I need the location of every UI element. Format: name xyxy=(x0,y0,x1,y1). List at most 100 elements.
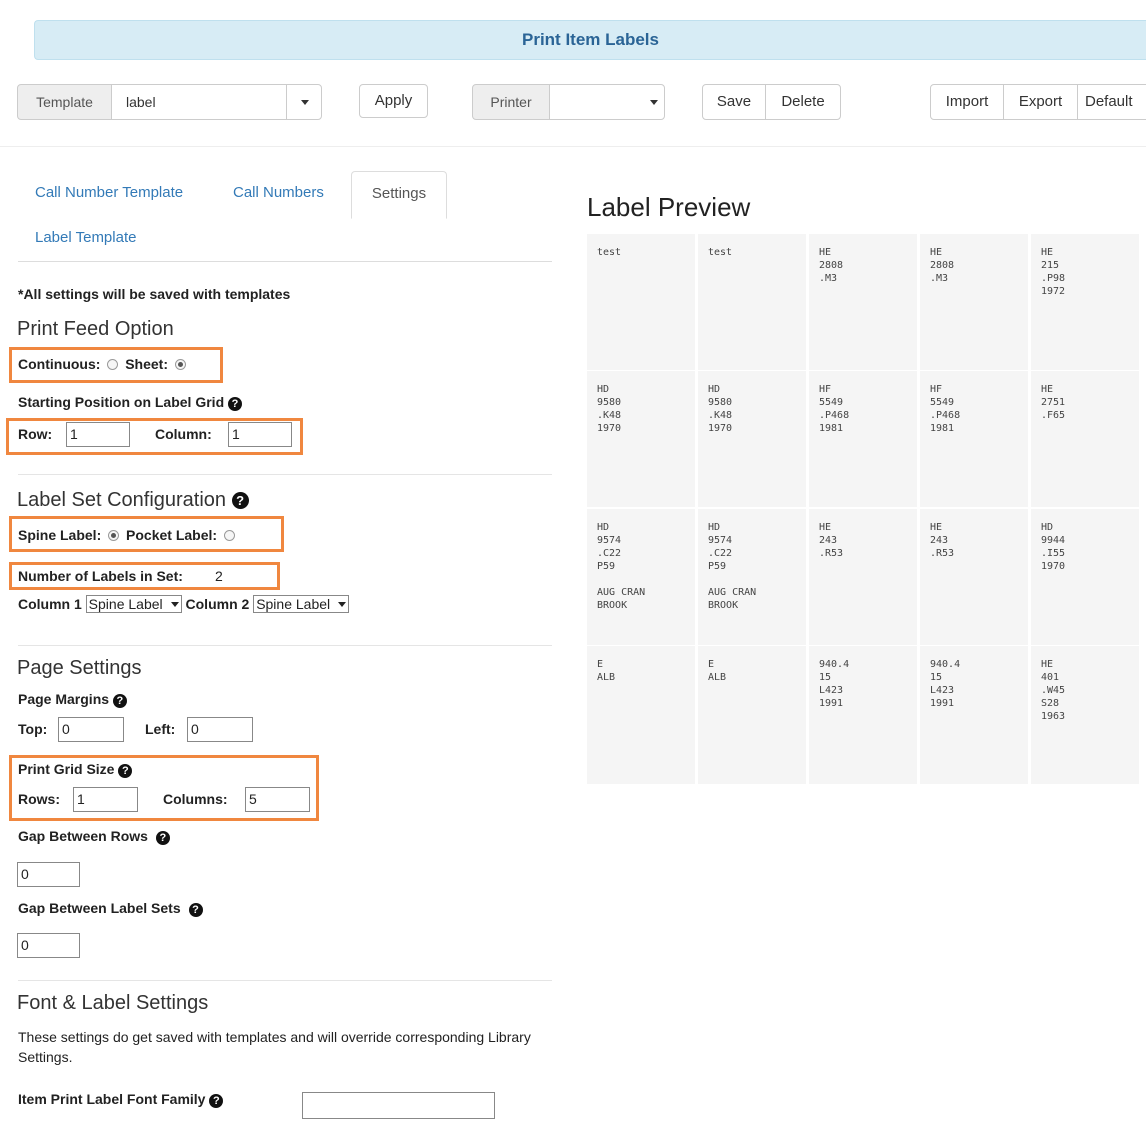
gap-rows-input[interactable]: 0 xyxy=(17,862,80,887)
page-margins-label: Page Margins xyxy=(18,691,110,707)
label-preview-cell: HE 2808 .M3 xyxy=(920,234,1028,370)
label-preview-cell: HF 5549 .P468 1981 xyxy=(809,371,917,507)
section-divider xyxy=(18,645,552,646)
help-icon[interactable]: ? xyxy=(118,764,133,778)
gap-sets-label: Gap Between Label Sets xyxy=(18,900,181,916)
font-family-heading: Item Print Label Font Family ? xyxy=(18,1091,224,1108)
toolbar-divider xyxy=(0,146,1146,147)
row-label: Row: xyxy=(18,426,53,442)
template-dropdown-button[interactable] xyxy=(286,84,322,120)
column-config-row: Column 1 Spine Label Column 2 Spine Labe… xyxy=(18,595,350,613)
starting-position-label: Starting Position on Label Grid xyxy=(18,394,225,410)
help-icon[interactable]: ? xyxy=(188,903,203,917)
column2-label: Column 2 xyxy=(185,596,250,612)
pocket-label-label: Pocket Label: xyxy=(126,527,218,543)
chevron-down-icon xyxy=(301,100,309,105)
sheet-radio[interactable] xyxy=(174,359,186,370)
top-margin-input[interactable]: 0 xyxy=(58,717,124,742)
grid-rows-input[interactable]: 1 xyxy=(73,787,138,812)
label-preview-cell: HD 9574 .C22 P59 AUG CRAN BROOK xyxy=(587,509,695,645)
help-icon[interactable]: ? xyxy=(112,694,127,708)
settings-note: *All settings will be saved with templat… xyxy=(18,286,291,302)
sheet-label: Sheet: xyxy=(125,356,168,372)
help-icon[interactable]: ? xyxy=(209,1094,224,1108)
chevron-down-icon xyxy=(170,602,179,607)
tabs-underline xyxy=(18,261,552,262)
import-button[interactable]: Import xyxy=(930,84,1004,120)
row-input[interactable]: 1 xyxy=(66,422,130,447)
help-icon[interactable]: ? xyxy=(231,492,249,509)
label-preview-cell: HE 401 .W45 S28 1963 xyxy=(1031,646,1139,784)
delete-button[interactable]: Delete xyxy=(765,84,841,120)
column1-label: Column 1 xyxy=(18,596,82,612)
printer-select[interactable] xyxy=(549,84,665,120)
print-grid-heading: Print Grid Size ? xyxy=(18,761,133,778)
page-title-bar: Print Item Labels xyxy=(34,20,1146,60)
font-family-label: Item Print Label Font Family xyxy=(18,1091,206,1107)
pocket-label-radio[interactable] xyxy=(223,530,235,541)
label-preview-cell: HD 9944 .I55 1970 xyxy=(1031,509,1139,645)
page-margins-heading: Page Margins ? xyxy=(18,691,127,708)
gap-rows-heading: Gap Between Rows ? xyxy=(18,828,170,845)
export-button[interactable]: Export xyxy=(1003,84,1078,120)
print-grid-label: Print Grid Size xyxy=(18,761,115,777)
label-preview-cell: HE 243 .R53 xyxy=(920,509,1028,645)
label-preview-cell: E ALB xyxy=(587,646,695,784)
tab-label-template[interactable]: Label Template xyxy=(35,229,136,246)
column2-select-value: Spine Label xyxy=(256,596,331,612)
print-feed-options: Continuous: Sheet: xyxy=(18,356,189,372)
column-label: Column: xyxy=(155,426,212,442)
label-preview-title: Label Preview xyxy=(587,192,751,222)
continuous-label: Continuous: xyxy=(18,356,101,372)
top-label: Top: xyxy=(18,721,48,737)
font-settings-note: These settings do get saved with templat… xyxy=(18,1029,531,1065)
tab-call-number-template[interactable]: Call Number Template xyxy=(35,184,183,201)
column-input[interactable]: 1 xyxy=(228,422,292,447)
label-preview-cell: 940.4 15 L423 1991 xyxy=(920,646,1028,784)
label-preview-cell: HE 2808 .M3 xyxy=(809,234,917,370)
left-margin-input[interactable]: 0 xyxy=(187,717,253,742)
template-select[interactable]: label xyxy=(111,84,287,120)
template-select-value: label xyxy=(126,94,156,110)
column1-select-value: Spine Label xyxy=(88,596,163,612)
column1-select[interactable]: Spine Label xyxy=(85,595,182,613)
label-preview-cell: HE 243 .R53 xyxy=(809,509,917,645)
label-set-heading: Label Set Configuration ? xyxy=(17,489,249,512)
section-divider xyxy=(18,980,552,981)
spine-label-radio[interactable] xyxy=(108,530,120,541)
chevron-down-icon xyxy=(338,602,347,607)
default-button[interactable]: Default xyxy=(1077,84,1146,120)
label-preview-cell: HD 9580 .K48 1970 xyxy=(587,371,695,507)
section-divider xyxy=(18,474,552,475)
label-preview-cell: HD 9580 .K48 1970 xyxy=(698,371,806,507)
label-preview-cell: HE 215 .P98 1972 xyxy=(1031,234,1139,370)
rows-label: Rows: xyxy=(18,791,60,807)
starting-position-heading: Starting Position on Label Grid ? xyxy=(18,394,243,411)
gap-sets-input[interactable]: 0 xyxy=(17,933,80,958)
page-title: Print Item Labels xyxy=(522,30,659,49)
print-feed-heading: Print Feed Option xyxy=(17,318,174,340)
continuous-radio[interactable] xyxy=(107,359,119,370)
columns-label: Columns: xyxy=(163,791,228,807)
label-preview-cell: HD 9574 .C22 P59 AUG CRAN BROOK xyxy=(698,509,806,645)
printer-addon: Printer xyxy=(472,84,550,120)
chevron-down-icon xyxy=(650,100,658,105)
template-addon: Template xyxy=(17,84,112,120)
help-icon[interactable]: ? xyxy=(228,397,243,411)
grid-columns-input[interactable]: 5 xyxy=(245,787,310,812)
label-preview-cell: 940.4 15 L423 1991 xyxy=(809,646,917,784)
labels-in-set-input[interactable]: 2 xyxy=(215,568,223,584)
label-set-title: Label Set Configuration xyxy=(17,489,227,511)
column2-select[interactable]: Spine Label xyxy=(253,595,350,613)
tab-call-numbers[interactable]: Call Numbers xyxy=(233,184,324,201)
font-family-input[interactable] xyxy=(302,1092,495,1119)
help-icon[interactable]: ? xyxy=(155,831,170,845)
page-settings-heading: Page Settings xyxy=(17,657,142,679)
apply-button[interactable]: Apply xyxy=(359,84,428,118)
label-preview-cell: test xyxy=(698,234,806,370)
gap-sets-heading: Gap Between Label Sets ? xyxy=(18,900,203,917)
label-preview-cell: E ALB xyxy=(698,646,806,784)
save-button[interactable]: Save xyxy=(702,84,766,120)
spine-label-label: Spine Label: xyxy=(18,527,102,543)
tab-settings[interactable]: Settings xyxy=(351,171,447,219)
